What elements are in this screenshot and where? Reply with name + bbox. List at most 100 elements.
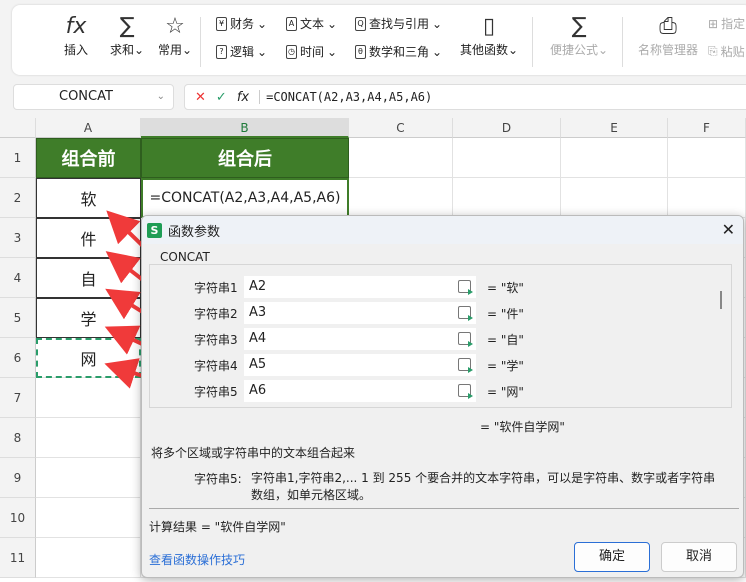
dialog-titlebar: S 函数参数 xyxy=(142,216,743,244)
cell[interactable] xyxy=(668,178,746,218)
cell[interactable] xyxy=(36,378,141,418)
cancel-button[interactable]: 取消 xyxy=(661,542,737,572)
range-select-icon[interactable] xyxy=(458,306,473,321)
row-header[interactable]: 3 xyxy=(0,218,36,258)
param-input[interactable]: A5 xyxy=(244,354,476,376)
cell[interactable] xyxy=(668,138,746,178)
cell-A2[interactable]: 软 xyxy=(36,178,141,218)
help-link[interactable]: 查看函数操作技巧 xyxy=(149,551,245,568)
scrollbar[interactable] xyxy=(720,291,722,309)
cell[interactable] xyxy=(36,538,141,578)
specify-button[interactable]: ⊞ 指定 xyxy=(708,15,745,32)
cell-A4[interactable]: 自 xyxy=(36,258,141,298)
cell[interactable] xyxy=(36,458,141,498)
cell[interactable] xyxy=(453,138,561,178)
cell[interactable] xyxy=(349,178,453,218)
formula-bar[interactable]: ✕ ✓ fx =CONCAT(A2,A3,A4,A5,A6) xyxy=(184,84,746,110)
cell-A6[interactable]: 网 xyxy=(36,338,141,378)
param-row: 字符串5 A6 = "网" xyxy=(194,380,524,402)
common-button[interactable]: ☆ 常用⌄ xyxy=(152,13,198,58)
ok-button[interactable]: 确定 xyxy=(574,542,650,572)
param-input[interactable]: A3 xyxy=(244,302,476,324)
divider xyxy=(532,17,533,67)
other-functions-button[interactable]: ▯ 其他函数⌄ xyxy=(456,13,522,58)
insert-function-button[interactable]: fx 插入 xyxy=(56,13,96,58)
app-logo-icon: S xyxy=(147,222,162,238)
range-select-icon[interactable] xyxy=(458,332,473,347)
row-header[interactable]: 7 xyxy=(0,378,36,418)
row-header[interactable]: 1 xyxy=(0,138,36,178)
overall-result: = "软件自学网" xyxy=(480,420,565,434)
param-result: = "件" xyxy=(487,306,524,321)
param-input[interactable]: A4 xyxy=(244,328,476,350)
function-arguments-dialog: S 函数参数 ✕ CONCAT 字符串1 A2 = "软" 字符串2 A3 = "件" 字符串… xyxy=(141,215,744,578)
cell[interactable] xyxy=(561,138,668,178)
column-header[interactable]: A xyxy=(36,118,141,138)
param-result: = "软" xyxy=(487,280,524,295)
cell[interactable] xyxy=(349,138,453,178)
more-icon: ▯ xyxy=(482,14,496,39)
param-description: 字符串1,字符串2,... 1 到 255 个要合并的文本字符串，可以是字符串、… xyxy=(251,471,716,502)
quick-formula-icon: ∑ xyxy=(571,14,587,39)
paste-icon: ⎘ xyxy=(708,44,718,58)
column-header[interactable]: C xyxy=(349,118,453,138)
column-header[interactable]: F xyxy=(668,118,746,138)
param-input[interactable]: A2 xyxy=(244,276,476,298)
cell[interactable] xyxy=(453,178,561,218)
range-select-icon[interactable] xyxy=(458,280,473,295)
param-label: 字符串2 xyxy=(194,306,238,321)
divider xyxy=(149,508,739,509)
param-input[interactable]: A6 xyxy=(244,380,476,402)
cell-A5[interactable]: 学 xyxy=(36,298,141,338)
column-header[interactable]: E xyxy=(561,118,668,138)
param-row: 字符串2 A3 = "件" xyxy=(194,302,524,324)
sum-button[interactable]: ∑ 求和⌄ xyxy=(104,13,150,58)
lookup-button[interactable]: Q 查找与引用 ⌄ xyxy=(355,15,442,32)
column-header[interactable]: D xyxy=(453,118,561,138)
row-header[interactable]: 4 xyxy=(0,258,36,298)
calc-result: 计算结果 = "软件自学网" xyxy=(149,520,286,534)
name-manager-button[interactable]: ⎙ 名称管理器 xyxy=(632,13,704,58)
quick-formula-button[interactable]: ∑ 便捷公式⌄ xyxy=(548,13,610,58)
cell[interactable] xyxy=(561,178,668,218)
cancel-icon[interactable]: ✕ xyxy=(195,90,206,105)
function-description: 将多个区域或字符串中的文本组合起来 xyxy=(151,446,356,460)
cell[interactable] xyxy=(36,498,141,538)
fx-icon[interactable]: fx xyxy=(237,90,249,105)
select-all[interactable] xyxy=(0,118,36,138)
name-box[interactable]: CONCAT ⌄ xyxy=(13,84,174,110)
logic-icon: ? xyxy=(216,44,227,59)
row-header[interactable]: 10 xyxy=(0,498,36,538)
cell-B2[interactable]: =CONCAT(A2,A3,A4,A5,A6) xyxy=(141,178,349,218)
confirm-icon[interactable]: ✓ xyxy=(216,90,227,105)
cell[interactable] xyxy=(36,418,141,458)
cell-B1[interactable]: 组合后 xyxy=(141,138,349,178)
time-button[interactable]: ◷ 时间 ⌄ xyxy=(286,43,337,60)
param-row: 字符串1 A2 = "软" xyxy=(194,276,524,298)
row-header[interactable]: 2 xyxy=(0,178,36,218)
param-row: 字符串3 A4 = "自" xyxy=(194,328,524,350)
close-icon[interactable]: ✕ xyxy=(722,220,735,239)
cell-A1[interactable]: 组合前 xyxy=(36,138,141,178)
row-header[interactable]: 5 xyxy=(0,298,36,338)
row-header[interactable]: 8 xyxy=(0,418,36,458)
text-icon: A xyxy=(286,16,297,31)
row-header[interactable]: 11 xyxy=(0,538,36,578)
row-header[interactable]: 6 xyxy=(0,338,36,378)
paste-button[interactable]: ⎘ 粘贴 xyxy=(708,43,745,60)
finance-button[interactable]: ¥ 财务 ⌄ xyxy=(216,15,267,32)
cell-A3[interactable]: 件 xyxy=(36,218,141,258)
grid-icon: ⊞ xyxy=(708,16,719,31)
range-select-icon[interactable] xyxy=(458,384,473,399)
math-icon: θ xyxy=(355,44,366,59)
range-select-icon[interactable] xyxy=(458,358,473,373)
row-header[interactable]: 9 xyxy=(0,458,36,498)
function-name: CONCAT xyxy=(158,250,212,264)
logic-button[interactable]: ? 逻辑 ⌄ xyxy=(216,43,267,60)
math-button[interactable]: θ 数学和三角 ⌄ xyxy=(355,43,442,60)
divider xyxy=(622,17,623,67)
finance-icon: ¥ xyxy=(216,16,227,31)
column-header[interactable]: B xyxy=(141,118,349,138)
formula-input[interactable]: =CONCAT(A2,A3,A4,A5,A6) xyxy=(259,90,432,104)
text-button[interactable]: A 文本 ⌄ xyxy=(286,15,337,32)
